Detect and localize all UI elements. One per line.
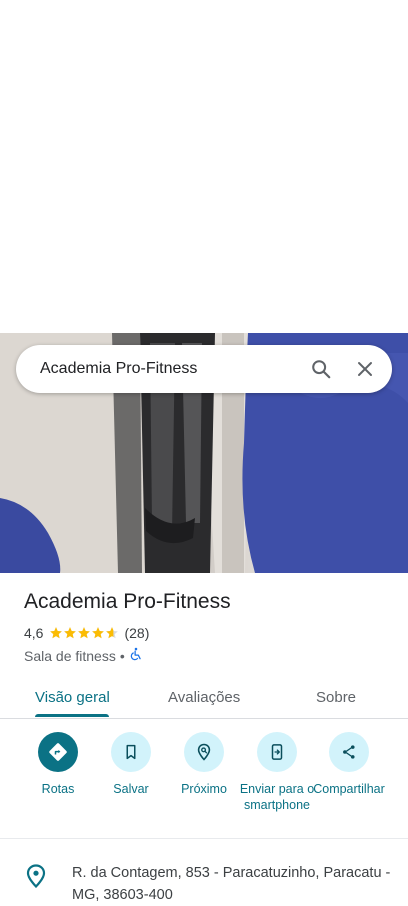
location-pin-icon (26, 864, 46, 889)
rating-value: 4,6 (24, 625, 44, 641)
close-icon[interactable] (353, 357, 377, 381)
save-label: Salvar (113, 782, 149, 796)
tab-about[interactable]: Sobre (316, 676, 356, 718)
divider (0, 838, 408, 839)
star-icon (64, 627, 77, 639)
star-icon (78, 627, 91, 639)
action-buttons: Rotas Salvar Próximo Enviar para o smart… (0, 732, 408, 832)
address-text: R. da Contagem, 853 - Paracatuzinho, Par… (72, 865, 391, 903)
send-to-phone-button[interactable]: Enviar para o smartphone (239, 732, 315, 813)
directions-button[interactable]: Rotas (20, 732, 96, 797)
save-button[interactable]: Salvar (93, 732, 169, 797)
star-rating (49, 626, 119, 640)
directions-icon (38, 732, 78, 772)
review-count[interactable]: (28) (124, 625, 149, 641)
map-area-blank (0, 0, 408, 333)
nearby-button[interactable]: Próximo (166, 732, 242, 797)
wheelchair-accessible-icon (129, 647, 143, 664)
send-to-phone-label: Enviar para o smartphone (239, 782, 315, 812)
rating-row[interactable]: 4,6 (28) (24, 625, 149, 641)
active-tab-indicator (35, 714, 109, 717)
place-category: Sala de fitness (24, 647, 116, 664)
category-row: Sala de fitness • (24, 647, 143, 664)
bookmark-icon (111, 732, 151, 772)
star-icon (106, 627, 119, 639)
share-button[interactable]: Compartilhar (311, 732, 387, 797)
tab-reviews[interactable]: Avaliações (168, 676, 240, 718)
nearby-icon (184, 732, 224, 772)
nearby-label: Próximo (181, 782, 227, 796)
search-bar[interactable]: Academia Pro-Fitness (16, 345, 392, 393)
directions-label: Rotas (41, 782, 75, 796)
tab-bar: Visão geral Avaliações Sobre (0, 676, 408, 719)
place-title: Academia Pro-Fitness (24, 590, 231, 613)
search-icon[interactable] (309, 357, 333, 381)
share-label: Compartilhar (313, 782, 385, 796)
search-input[interactable]: Academia Pro-Fitness (40, 360, 309, 378)
star-icon (92, 627, 105, 639)
tab-overview[interactable]: Visão geral (35, 676, 110, 718)
separator-dot: • (119, 647, 125, 664)
share-icon (329, 732, 369, 772)
send-to-phone-icon (257, 732, 297, 772)
star-icon (50, 627, 63, 639)
